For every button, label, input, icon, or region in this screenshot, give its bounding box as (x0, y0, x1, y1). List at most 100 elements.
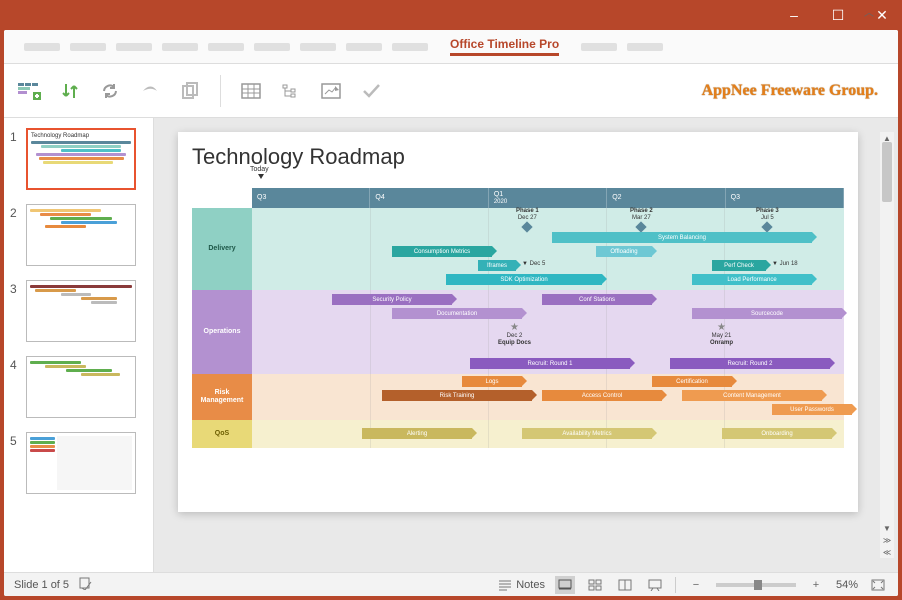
zoom-in-button[interactable]: + (806, 576, 826, 594)
task-bar: Consumption Metrics (392, 246, 492, 257)
ribbon-tab-placeholder[interactable] (162, 43, 198, 51)
task-bar: Availability Metrics (522, 428, 652, 439)
star-icon: ★ (717, 322, 726, 333)
task-bar: Alerting (362, 428, 472, 439)
thumb-number: 5 (10, 432, 20, 448)
swimlane-body: Phase 1Dec 27 Phase 2Mar 27 Phase 3Jul 5… (252, 208, 844, 290)
milestone: ★May 21Onramp (710, 322, 733, 346)
swimlane-label: Delivery (192, 208, 252, 290)
today-label: Today (250, 166, 269, 173)
swimlane-body: Security Policy Conf Stations Documentat… (252, 290, 844, 374)
ribbon-tab-placeholder[interactable] (392, 43, 428, 51)
table-view-button[interactable] (237, 77, 265, 105)
today-marker-icon (258, 174, 264, 179)
zoom-slider-handle[interactable] (754, 580, 762, 590)
task-bar: Documentation (392, 308, 522, 319)
ribbon-tab-placeholder[interactable] (346, 43, 382, 51)
task-bar: Conf Stations (542, 294, 652, 305)
ribbon-tab-placeholder[interactable] (208, 43, 244, 51)
sync-button[interactable] (96, 77, 124, 105)
task-bar: Perf Check (712, 260, 766, 271)
diamond-icon (522, 222, 533, 233)
slideshow-view-button[interactable] (645, 576, 665, 594)
share-button[interactable] (136, 77, 164, 105)
swimlane-label: QoS (192, 420, 252, 448)
slide-thumbnail-panel: 1 Technology Roadmap 2 (4, 118, 154, 572)
slide-thumbnail-1[interactable]: Technology Roadmap (26, 128, 136, 190)
task-bar: Risk Training (382, 390, 532, 401)
timeline-header: Q3 Q4 Q12020 Q2 Q3 (252, 188, 844, 208)
task-bar: User Passwords (772, 404, 852, 415)
milestone: Phase 1Dec 27 (516, 208, 539, 233)
slide-canvas-area[interactable]: Technology Roadmap Today Q3 Q4 Q12020 Q2… (154, 118, 898, 572)
ribbon-tab-placeholder[interactable] (24, 43, 60, 51)
task-bar: Logs (462, 376, 522, 387)
star-icon: ★ (510, 322, 519, 333)
swimlane-label: Operations (192, 290, 252, 374)
normal-view-button[interactable] (555, 576, 575, 594)
copy-button[interactable] (176, 77, 204, 105)
window-maximize-button[interactable]: ☐ (826, 3, 850, 27)
ribbon-toolbar: AppNee Freeware Group. ︿ (4, 64, 898, 118)
thumb-number: 3 (10, 280, 20, 296)
milestone: Phase 3Jul 5 (756, 208, 779, 233)
ribbon-tab-placeholder[interactable] (254, 43, 290, 51)
reading-view-button[interactable] (615, 576, 635, 594)
task-bar: Onboarding (722, 428, 832, 439)
sort-button[interactable] (56, 77, 84, 105)
slide-thumbnail-2[interactable] (26, 204, 136, 266)
scrollbar-thumb[interactable] (882, 142, 892, 202)
task-bar: System Balancing (552, 232, 812, 243)
milestone: Phase 2Mar 27 (630, 208, 653, 233)
task-bar: Access Control (542, 390, 662, 401)
ribbon-tab-placeholder[interactable] (70, 43, 106, 51)
slide-thumbnail-4[interactable] (26, 356, 136, 418)
task-bar: Certification (652, 376, 732, 387)
ribbon-tab-placeholder[interactable] (300, 43, 336, 51)
window-minimize-button[interactable]: – (782, 3, 806, 27)
thumb-number: 1 (10, 128, 20, 144)
scroll-down-icon[interactable]: ▼ (880, 522, 894, 534)
zoom-out-button[interactable]: − (686, 576, 706, 594)
status-bar: Slide 1 of 5 Notes − + 54% (4, 572, 898, 596)
task-bar: Load Performance (692, 274, 812, 285)
thumb-number: 4 (10, 356, 20, 372)
fit-window-button[interactable] (868, 576, 888, 594)
ribbon-tabs: Office Timeline Pro (4, 30, 898, 64)
notes-icon (498, 579, 512, 591)
slide-title: Technology Roadmap (192, 144, 844, 170)
swimlane-qos: QoS Alerting Availability Metrics Onboar… (192, 420, 844, 448)
next-slide-icon[interactable]: ≪ (880, 546, 894, 558)
hierarchy-view-button[interactable] (277, 77, 305, 105)
thumb-number: 2 (10, 204, 20, 220)
ribbon-tab-placeholder[interactable] (116, 43, 152, 51)
brand-watermark: AppNee Freeware Group. (702, 82, 886, 100)
task-bar: Recruit: Round 1 (470, 358, 630, 369)
sorter-view-button[interactable] (585, 576, 605, 594)
notes-button[interactable]: Notes (498, 579, 545, 591)
zoom-level[interactable]: 54% (836, 579, 858, 591)
ribbon-tab-placeholder[interactable] (581, 43, 617, 51)
task-bar: Sourcecode (692, 308, 842, 319)
slide[interactable]: Technology Roadmap Today Q3 Q4 Q12020 Q2… (178, 132, 858, 512)
slide-thumbnail-3[interactable] (26, 280, 136, 342)
spellcheck-icon[interactable] (79, 576, 93, 593)
swimlane-label: Risk Management (192, 374, 252, 420)
zoom-slider[interactable] (716, 583, 796, 587)
task-bar: Iframes (478, 260, 516, 271)
milestone: ★Dec 2Equip Docs (498, 322, 531, 346)
task-bar: SDK Optimization (446, 274, 602, 285)
slide-thumbnail-5[interactable] (26, 432, 136, 494)
ribbon-tab-placeholder[interactable] (627, 43, 663, 51)
swimlane-body: Logs Certification Risk Training Access … (252, 374, 844, 420)
prev-slide-icon[interactable]: ≫ (880, 534, 894, 546)
task-bar: Recruit: Round 2 (670, 358, 830, 369)
swimlane-delivery: Delivery Phase 1Dec 27 Phase 2Mar 27 Pha… (192, 208, 844, 290)
new-timeline-button[interactable] (16, 77, 44, 105)
vertical-scrollbar[interactable]: ▲ ▼ ≫ ≪ (880, 132, 894, 558)
accept-button[interactable] (357, 77, 385, 105)
ribbon-tab-office-timeline[interactable]: Office Timeline Pro (450, 37, 559, 56)
titlebar: – ☐ ✕ (0, 0, 902, 30)
edit-chart-button[interactable] (317, 77, 345, 105)
task-bar: Security Policy (332, 294, 452, 305)
